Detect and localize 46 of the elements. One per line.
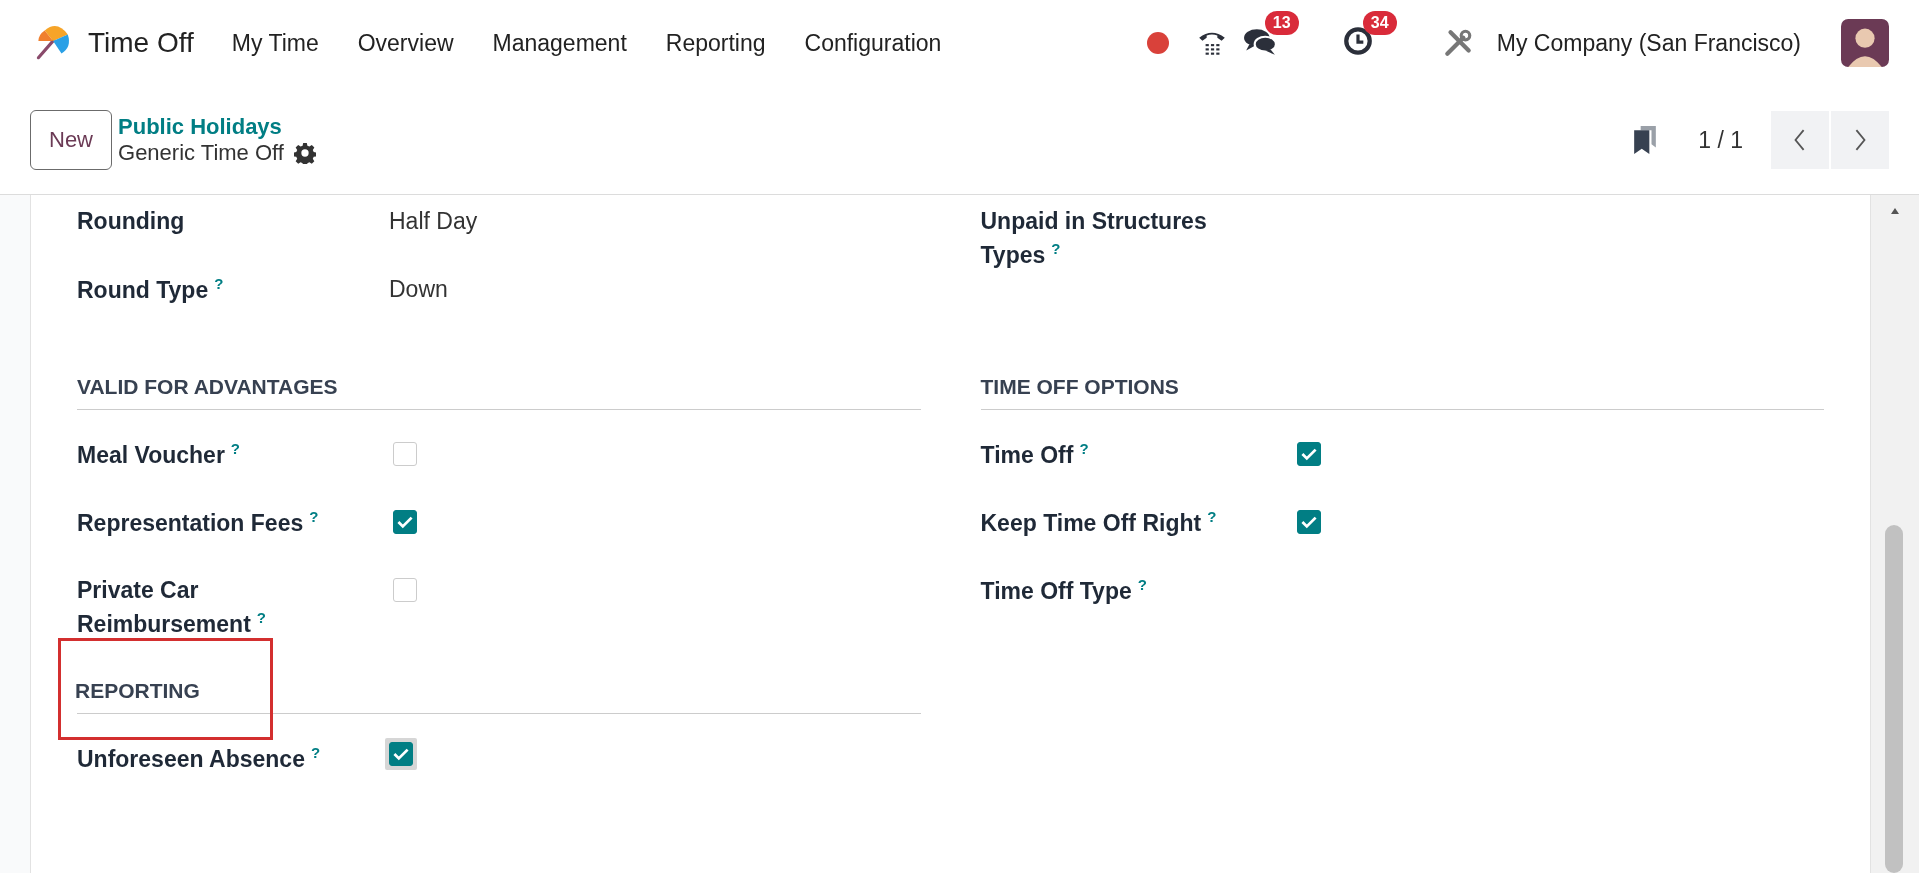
settings-icon[interactable] (293, 142, 316, 164)
highlighted-section-title: REPORTING (61, 641, 270, 738)
menu-item[interactable]: Reporting (665, 29, 766, 57)
help-tooltip[interactable]: ? (256, 609, 266, 627)
activity-count-badge: 34 (1362, 11, 1397, 35)
bookmark-icon[interactable] (1632, 123, 1659, 157)
help-tooltip[interactable]: ? (214, 275, 224, 292)
field-label: Meal Voucher (77, 441, 225, 468)
field-value[interactable]: Half Day (389, 205, 478, 239)
field-value[interactable]: Down (389, 273, 448, 307)
menu-item[interactable]: Overview (357, 29, 454, 57)
breadcrumb-link[interactable]: Public Holidays (118, 114, 316, 140)
checkbox[interactable] (1296, 510, 1321, 534)
checkbox[interactable] (1296, 442, 1321, 466)
app-title[interactable]: Time Off (88, 27, 194, 59)
menu-item[interactable]: My Time (231, 29, 319, 57)
field-label: Time Off (980, 441, 1074, 468)
field-label: Unpaid in Structures Types $^{?}$ (980, 207, 1208, 270)
help-tooltip[interactable]: ? (1079, 440, 1089, 457)
new-button[interactable]: New (30, 110, 112, 170)
help-tooltip[interactable]: ? (1137, 576, 1147, 593)
menu-item[interactable]: Management (492, 29, 627, 57)
scroll-up-arrow-icon[interactable] (1890, 207, 1900, 215)
field-label: Keep Time Off Right (980, 509, 1202, 536)
help-tooltip[interactable]: ? (309, 508, 319, 525)
field-label: Private Car Reimbursement (77, 577, 251, 637)
pager-counter[interactable]: 1 / 1 (1698, 126, 1743, 154)
field-label: Representation Fees (77, 509, 304, 536)
user-avatar[interactable] (1841, 19, 1889, 67)
company-switcher[interactable]: My Company (San Francisco) (1496, 29, 1801, 57)
section-title: VALID FOR ADVANTAGES (77, 374, 338, 400)
menu-item[interactable]: Configuration (804, 29, 942, 57)
record-title: Generic Time Off (118, 140, 284, 166)
help-tooltip[interactable]: ? (230, 440, 240, 457)
scrollbar-thumb[interactable] (1885, 525, 1903, 873)
checkbox[interactable] (393, 510, 417, 534)
field-label: Round Type (77, 276, 209, 303)
help-tooltip[interactable]: ? (310, 744, 321, 762)
field-label: Rounding (77, 208, 185, 234)
message-count-badge: 13 (1264, 11, 1299, 35)
field-label: Time Off Type (980, 577, 1132, 604)
field-label: Unforeseen Absence (77, 746, 305, 772)
scrollbar[interactable] (1871, 195, 1919, 873)
status-dot-icon[interactable] (1146, 32, 1169, 54)
section-title: TIME OFF OPTIONS (980, 374, 1179, 400)
help-tooltip[interactable]: ? (1207, 508, 1217, 525)
